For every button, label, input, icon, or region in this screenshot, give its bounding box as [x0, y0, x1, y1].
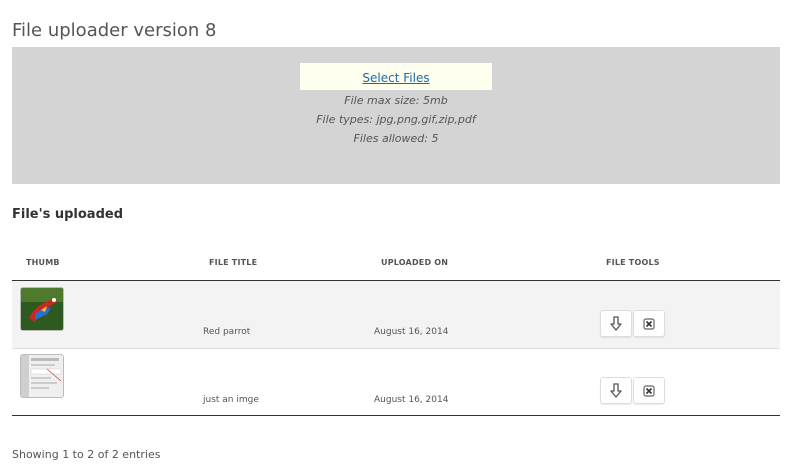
- file-title-cell: just an imge: [203, 395, 259, 405]
- download-arrow-icon: [610, 315, 622, 331]
- delete-button[interactable]: [633, 310, 665, 337]
- uploaded-files-heading: File's uploaded: [12, 207, 124, 222]
- table-row: just an imge August 16, 2014: [12, 349, 780, 415]
- screenshot-image: [21, 355, 63, 397]
- max-size-text: File max size: 5mb: [344, 94, 448, 107]
- download-arrow-icon: [610, 382, 622, 398]
- column-header-thumb[interactable]: THUMB: [26, 258, 60, 267]
- download-button[interactable]: [600, 310, 632, 337]
- column-header-file-tools[interactable]: FILE TOOLS: [606, 258, 660, 267]
- files-allowed-text: Files allowed: 5: [353, 132, 439, 145]
- parrot-thumbnail[interactable]: [20, 287, 64, 331]
- column-header-file-title[interactable]: FILE TITLE: [209, 258, 257, 267]
- select-files-box[interactable]: Select Files: [300, 63, 492, 90]
- file-types-text: File types: jpg,png,gif,zip,pdf: [316, 113, 476, 126]
- table-row: Red parrot August 16, 2014: [12, 281, 780, 348]
- uploaded-date-cell: August 16, 2014: [374, 395, 449, 405]
- column-header-uploaded-on[interactable]: UPLOADED ON: [381, 258, 448, 267]
- uploaded-date-cell: August 16, 2014: [374, 327, 449, 337]
- upload-dropzone[interactable]: Select Files File max size: 5mb File typ…: [12, 47, 780, 184]
- parrot-image: [21, 288, 63, 330]
- delete-button[interactable]: [633, 377, 665, 404]
- delete-x-icon: [643, 317, 655, 330]
- entries-info: Showing 1 to 2 of 2 entries: [12, 448, 161, 461]
- table-bottom-divider: [12, 415, 780, 416]
- select-files-link[interactable]: Select Files: [362, 71, 429, 85]
- screenshot-thumbnail[interactable]: [20, 354, 64, 398]
- download-button[interactable]: [600, 377, 632, 404]
- file-title-cell: Red parrot: [203, 327, 251, 337]
- page-title: File uploader version 8: [12, 20, 217, 42]
- delete-x-icon: [643, 384, 655, 397]
